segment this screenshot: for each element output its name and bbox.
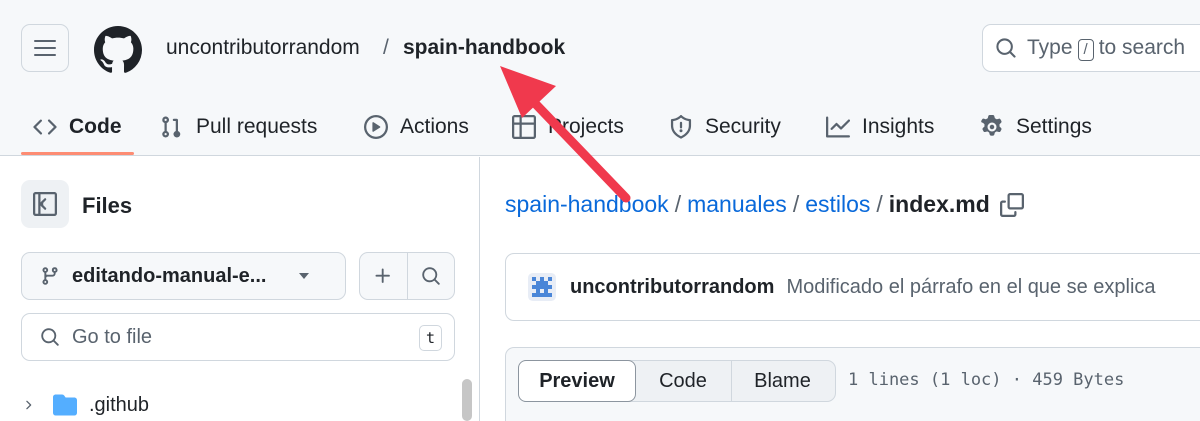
code-icon	[33, 119, 57, 135]
search-code-button[interactable]	[406, 253, 454, 299]
tab-actions[interactable]: Actions	[364, 98, 469, 156]
tab-projects[interactable]: Projects	[512, 98, 624, 156]
copy-icon	[999, 192, 1024, 217]
tab-settings[interactable]: Settings	[980, 98, 1092, 156]
tab-pull-requests[interactable]: Pull requests	[160, 98, 317, 156]
search-input[interactable]: Type / to search	[982, 24, 1200, 72]
preview-tab[interactable]: Preview	[518, 360, 636, 402]
tab-label: Actions	[400, 115, 469, 138]
code-view-tab[interactable]: Code	[635, 361, 731, 401]
search-icon	[996, 38, 1016, 58]
sidebar-collapse-icon	[33, 192, 57, 216]
triangle-down-icon	[299, 273, 309, 279]
file-actions-group	[359, 252, 455, 300]
search-shortcut-key: /	[1077, 38, 1094, 61]
breadcrumb-owner[interactable]: uncontributorrandom	[166, 36, 360, 60]
tree-item-folder[interactable]: .github	[21, 389, 149, 421]
add-file-button[interactable]	[360, 253, 407, 299]
plus-icon	[375, 268, 391, 283]
chevron-right-icon	[26, 400, 32, 410]
files-title: Files	[82, 193, 133, 218]
path-separator: /	[674, 191, 682, 217]
latest-commit-box: uncontributorrandom Modificado el párraf…	[505, 253, 1200, 321]
file-tree-sidebar: Files editando-manual-e... Go to file t …	[0, 157, 480, 421]
go-to-file-shortcut: t	[418, 325, 442, 351]
file-path-breadcrumb: spain-handbook / manuales / estilos / in…	[505, 191, 1024, 218]
breadcrumb-repo[interactable]: spain-handbook	[403, 36, 565, 60]
sidebar-scrollbar[interactable]	[462, 379, 472, 421]
file-size-info: 1 lines (1 loc) · 459 Bytes	[848, 370, 1125, 390]
path-segment-estilos[interactable]: estilos	[805, 191, 870, 218]
git-pull-request-icon	[162, 116, 181, 138]
tab-label: Insights	[862, 115, 935, 138]
repo-nav-tabs: Code Pull requests Actions Projects Secu…	[0, 98, 1200, 156]
view-mode-toggle: Preview Code Blame	[518, 360, 836, 402]
go-to-file-placeholder: Go to file	[72, 325, 153, 348]
file-view: spain-handbook / manuales / estilos / in…	[481, 157, 1200, 421]
graph-icon	[826, 116, 850, 138]
tab-label: Settings	[1016, 115, 1092, 138]
commit-author[interactable]: uncontributorrandom	[570, 276, 774, 299]
collapse-sidebar-button[interactable]	[21, 180, 69, 228]
repo-header: uncontributorrandom / spain-handbook Typ…	[0, 0, 1200, 156]
branch-selector[interactable]: editando-manual-e...	[21, 252, 346, 300]
file-header: Preview Code Blame 1 lines (1 loc) · 459…	[505, 347, 1200, 421]
path-segment-manuales[interactable]: manuales	[687, 191, 787, 218]
tab-label: Pull requests	[196, 115, 318, 138]
tab-label: Code	[69, 115, 122, 138]
search-suffix: to search	[1098, 35, 1186, 59]
hamburger-icon	[34, 40, 56, 56]
shield-icon	[670, 115, 692, 139]
tab-code[interactable]: Code	[33, 98, 122, 156]
tab-insights[interactable]: Insights	[826, 98, 934, 156]
breadcrumb-separator: /	[383, 36, 389, 59]
current-file-name: index.md	[888, 191, 990, 217]
copy-path-button[interactable]	[999, 192, 1024, 217]
github-logo-icon[interactable]	[94, 26, 142, 74]
active-tab-indicator	[21, 152, 134, 155]
search-icon	[41, 328, 59, 346]
menu-button[interactable]	[21, 24, 69, 72]
gear-icon	[981, 115, 1002, 136]
folder-icon	[53, 394, 77, 416]
tab-security[interactable]: Security	[669, 98, 781, 156]
tab-label: Security	[705, 115, 781, 138]
git-branch-icon	[42, 267, 58, 285]
tab-label: Projects	[548, 115, 624, 138]
path-segment-repo[interactable]: spain-handbook	[505, 191, 669, 218]
branch-name: editando-manual-e...	[72, 264, 267, 287]
search-prefix: Type	[1027, 35, 1073, 59]
tree-item-label: .github	[89, 393, 150, 416]
search-icon	[422, 267, 440, 285]
go-to-file-input[interactable]: Go to file t	[21, 313, 455, 361]
blame-tab[interactable]: Blame	[731, 361, 833, 401]
table-icon	[512, 115, 536, 139]
path-separator: /	[792, 191, 800, 217]
play-icon	[364, 115, 388, 139]
path-separator: /	[876, 191, 883, 217]
avatar[interactable]	[528, 273, 556, 301]
commit-message[interactable]: Modificado el párrafo en el que se expli…	[786, 276, 1155, 299]
